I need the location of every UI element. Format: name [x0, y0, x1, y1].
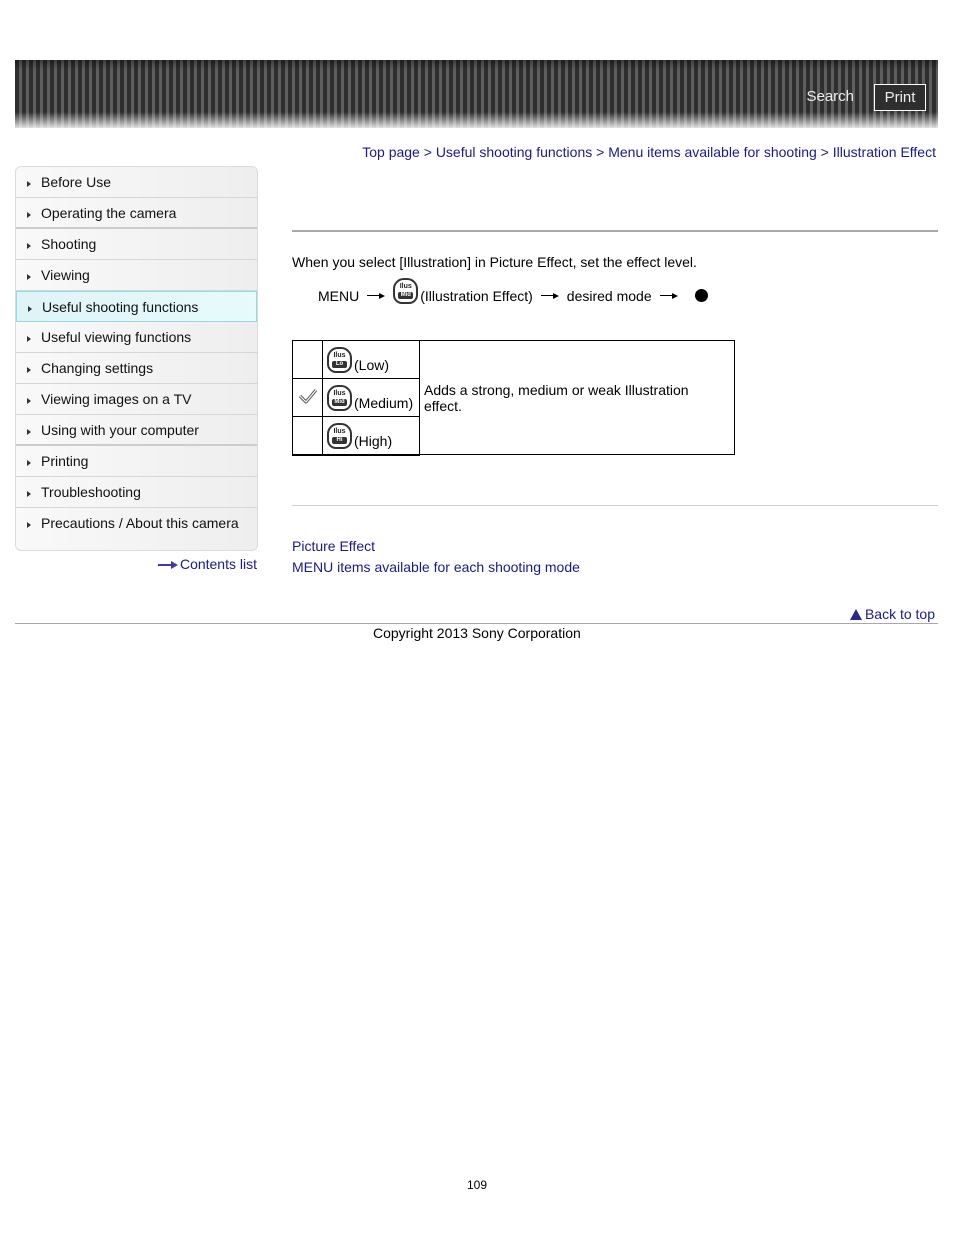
- breadcrumb: Top page > Useful shooting functions > M…: [362, 144, 936, 160]
- arrow-right-icon: [659, 292, 678, 300]
- sidebar-item-viewing[interactable]: Viewing: [16, 260, 257, 291]
- sidebar-item-useful-viewing-functions[interactable]: Useful viewing functions: [16, 322, 257, 353]
- triangle-right-icon: [27, 274, 31, 280]
- step-label: desired mode: [566, 288, 652, 304]
- triangle-right-icon: [28, 306, 32, 312]
- breadcrumb-useful-shooting-functions[interactable]: Useful shooting functions: [436, 144, 592, 160]
- breadcrumb-top-page[interactable]: Top page: [362, 144, 420, 160]
- selected-cell: [292, 340, 323, 379]
- breadcrumb-separator: >: [820, 144, 833, 160]
- illustration-medium-icon: Ilus Mid: [327, 385, 352, 411]
- sidebar-item-viewing-images-on-tv[interactable]: Viewing images on a TV: [16, 384, 257, 415]
- mode-description: Adds a strong, medium or weak Illustrati…: [419, 340, 735, 455]
- breadcrumb-menu-items[interactable]: Menu items available for shooting: [608, 144, 817, 160]
- sidebar-item-label: Using with your computer: [41, 422, 199, 438]
- menu-path: MENU Ilus Mid (Illustration Effect) desir…: [318, 276, 708, 304]
- checkmark-icon: [298, 388, 317, 404]
- triangle-right-icon: [27, 429, 31, 435]
- sidebar-item-label: Before Use: [41, 174, 112, 190]
- mode-label: (Low): [354, 357, 390, 373]
- contents-list-link[interactable]: Contents list: [157, 556, 257, 572]
- sidebar-item-troubleshooting[interactable]: Troubleshooting: [16, 477, 257, 508]
- triangle-right-icon: [27, 522, 31, 528]
- sidebar-item-label: Useful viewing functions: [41, 329, 192, 345]
- triangle-right-icon: [27, 398, 31, 404]
- table-row: Ilus Lo (Low) Adds a strong, medium or wea…: [292, 340, 735, 455]
- mode-label: (High): [354, 432, 393, 449]
- triangle-right-icon: [27, 336, 31, 342]
- sidebar-item-label: Operating the camera: [41, 205, 177, 221]
- related-link-picture-effect[interactable]: Picture Effect: [292, 536, 580, 557]
- triangle-right-icon: [27, 460, 31, 466]
- sidebar-item-label: Changing settings: [41, 360, 154, 376]
- sidebar-item-before-use[interactable]: Before Use: [16, 167, 257, 198]
- breadcrumb-current-page[interactable]: Illustration Effect: [833, 144, 936, 160]
- sidebar-item-label: Shooting: [41, 236, 97, 252]
- center-button-dot-icon: [694, 289, 708, 302]
- sidebar-item-label: Viewing: [41, 267, 90, 283]
- back-to-top-link[interactable]: Back to top: [849, 606, 935, 622]
- arrow-right-icon: [367, 292, 386, 300]
- page-number: 109: [466, 1178, 488, 1192]
- sidebar-item-useful-shooting-functions[interactable]: Useful shooting functions: [16, 291, 257, 322]
- sidebar-item-using-with-computer[interactable]: Using with your computer: [16, 415, 257, 446]
- header-bar: Search Print: [15, 60, 938, 128]
- illustration-effect-icon: Ilus Mid: [393, 278, 419, 304]
- illustration-high-icon: Ilus Hi: [327, 422, 352, 449]
- section-divider: [292, 505, 938, 506]
- breadcrumb-separator: >: [423, 144, 436, 160]
- sidebar-item-operating-the-camera[interactable]: Operating the camera: [16, 198, 257, 229]
- sidebar-item-changing-settings[interactable]: Changing settings: [16, 353, 257, 384]
- sidebar-item-precautions[interactable]: Precautions / About this camera: [16, 508, 257, 539]
- sidebar-item-label: Viewing images on a TV: [41, 391, 192, 407]
- triangle-up-icon: [849, 609, 862, 620]
- mode-label: (Medium): [354, 395, 414, 411]
- contents-list-label: Contents list: [179, 556, 257, 572]
- breadcrumb-separator: >: [596, 144, 609, 160]
- setting-name: (Illustration Effect): [420, 288, 533, 304]
- mode-cell: Ilus Hi (High): [322, 416, 420, 456]
- selected-cell: [292, 416, 323, 456]
- sidebar-nav: Before Use Operating the camera Shooting…: [15, 166, 258, 551]
- modes-table: Ilus Lo (Low) Adds a strong, medium or wea…: [292, 340, 735, 456]
- sidebar-item-shooting[interactable]: Shooting: [16, 229, 257, 260]
- print-button[interactable]: Print: [874, 84, 926, 111]
- selected-cell: [292, 378, 323, 417]
- intro-text: When you select [Illustration] in Pictur…: [292, 254, 697, 270]
- related-links: Picture Effect MENU items available for …: [292, 536, 580, 578]
- triangle-right-icon: [27, 243, 31, 249]
- arrow-right-icon: [540, 292, 559, 300]
- mode-cell: Ilus Lo (Low): [322, 340, 420, 379]
- sidebar-item-label: Troubleshooting: [41, 484, 141, 500]
- sidebar-item-label: Useful shooting functions: [42, 299, 199, 315]
- triangle-right-icon: [27, 212, 31, 218]
- illustration-low-icon: Ilus Lo: [327, 347, 352, 373]
- sidebar-item-label: Precautions / About this camera: [41, 515, 239, 531]
- title-divider: [292, 230, 938, 232]
- menu-label: MENU: [318, 288, 360, 304]
- related-link-menu-items[interactable]: MENU items available for each shooting m…: [292, 557, 580, 578]
- sidebar-item-printing[interactable]: Printing: [16, 446, 257, 477]
- triangle-right-icon: [27, 367, 31, 373]
- back-to-top-label: Back to top: [864, 606, 935, 622]
- triangle-right-icon: [27, 491, 31, 497]
- arrow-right-icon: [157, 561, 178, 570]
- sidebar-item-label: Printing: [41, 453, 89, 469]
- copyright: Copyright 2013 Sony Corporation: [373, 625, 581, 641]
- mode-cell: Ilus Mid (Medium): [322, 378, 420, 417]
- search-link[interactable]: Search: [806, 88, 854, 105]
- footer-divider: [15, 623, 938, 624]
- triangle-right-icon: [27, 181, 31, 187]
